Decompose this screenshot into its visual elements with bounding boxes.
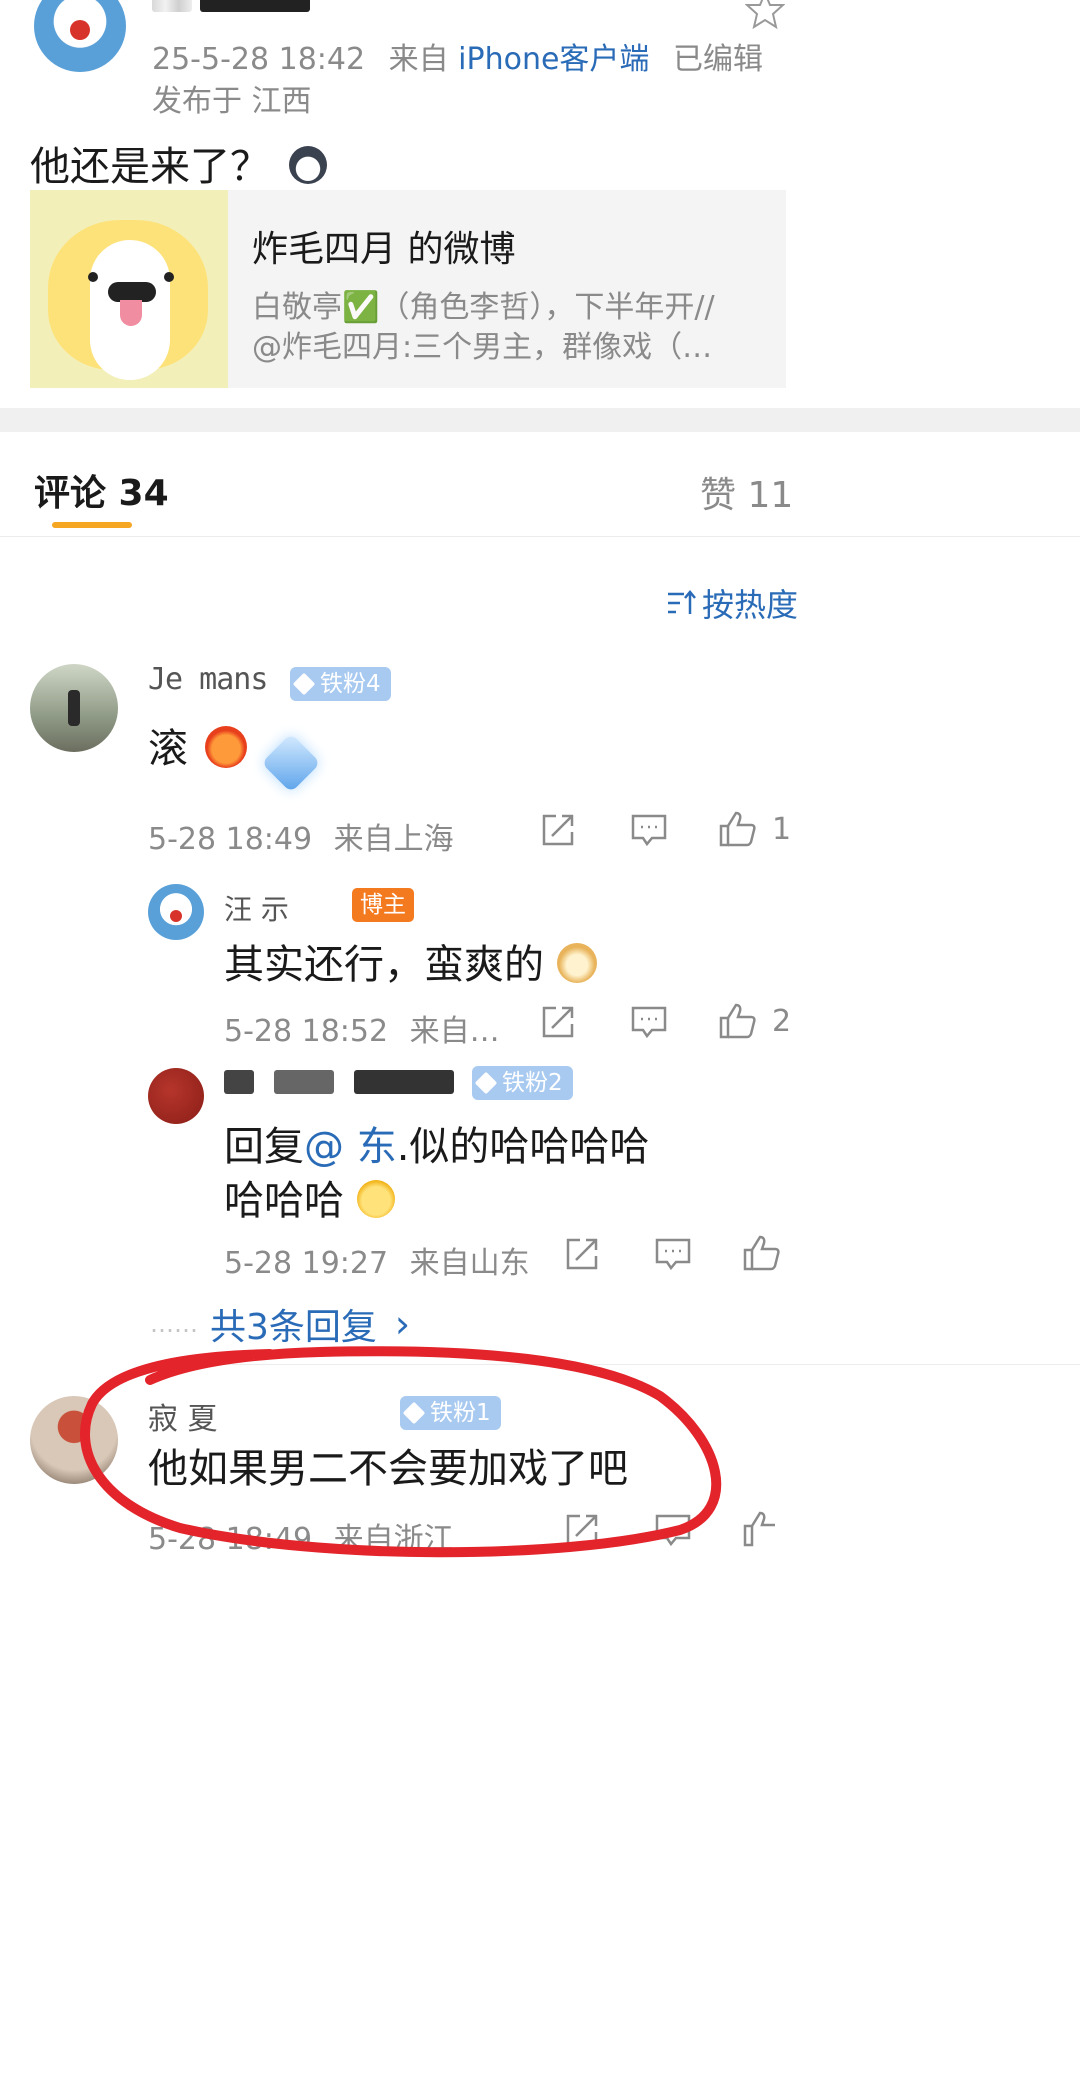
- red-circle-annotation: [80, 1346, 722, 1558]
